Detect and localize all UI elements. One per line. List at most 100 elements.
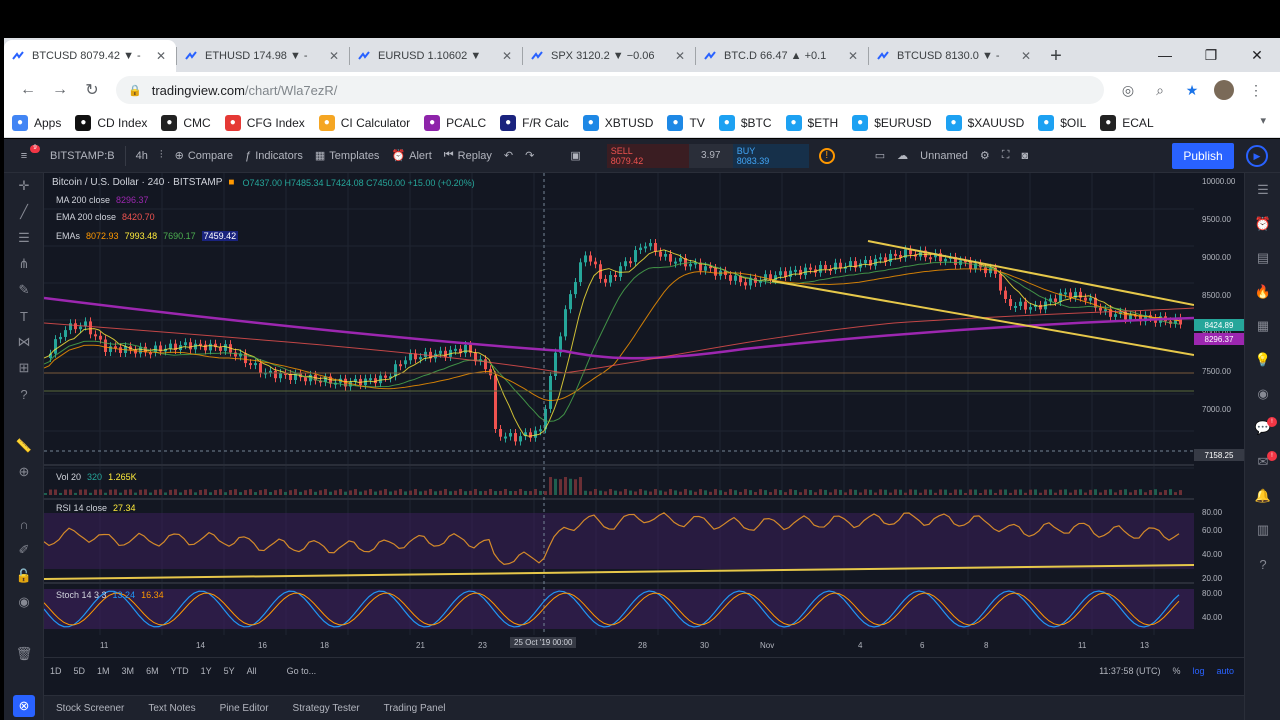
bookmark-item[interactable]: ● $EURUSD xyxy=(852,114,932,131)
close-tab-icon[interactable]: ✕ xyxy=(1019,49,1033,63)
compare-button[interactable]: ⊕ Compare xyxy=(175,149,233,163)
bookmark-item[interactable]: ● CI Calculator xyxy=(318,114,410,131)
order-panel-icon[interactable]: ▥ xyxy=(1245,513,1280,547)
close-tab-icon[interactable]: ✕ xyxy=(846,49,860,63)
bottom-tab[interactable]: Text Notes xyxy=(148,703,195,714)
new-tab-button[interactable]: + xyxy=(1041,40,1071,72)
time-axis[interactable]: 11 14 16 18 21 23 28 30 Nov 4 6 8 11 13 25 Oct '19 00:… xyxy=(44,635,1194,655)
close-tab-icon[interactable]: ✕ xyxy=(673,49,687,63)
pattern-icon[interactable]: ⋈ xyxy=(4,329,44,355)
sell-button[interactable]: SELL 8079.42 xyxy=(606,143,689,168)
minimize-icon[interactable]: — xyxy=(1142,38,1188,72)
scale-option[interactable]: log xyxy=(1192,666,1204,676)
profile-avatar[interactable] xyxy=(1214,80,1234,100)
browser-tab[interactable]: SPX 3120.2 ▼ −0.06 ✕ xyxy=(523,40,695,72)
zoom-in-icon[interactable]: ⊕ xyxy=(4,459,44,485)
bottom-tab[interactable]: Trading Panel xyxy=(384,703,446,714)
range-button[interactable]: All xyxy=(247,666,257,676)
scale-option[interactable]: % xyxy=(1172,666,1180,676)
close-window-icon[interactable]: ✕ xyxy=(1234,38,1280,72)
price-chart[interactable] xyxy=(44,173,1194,635)
redo-icon[interactable]: ↷ xyxy=(525,149,534,162)
browser-menu-icon[interactable]: ⋮ xyxy=(1240,76,1272,104)
notifications-icon[interactable]: 🔔 xyxy=(1245,479,1280,513)
range-button[interactable]: 3M xyxy=(122,666,135,676)
fib-icon[interactable]: ☰ xyxy=(4,225,44,251)
text-icon[interactable]: T xyxy=(4,303,44,329)
undo-icon[interactable]: ↶ xyxy=(504,149,513,162)
bookmarks-more-icon[interactable]: ▾ xyxy=(1260,114,1266,127)
forward-icon[interactable]: → xyxy=(44,76,76,104)
trendline-icon[interactable]: ╱ xyxy=(4,199,44,225)
bottom-tab[interactable]: Pine Editor xyxy=(220,703,269,714)
icons-icon[interactable]: ? xyxy=(4,381,44,407)
bookmark-item[interactable]: ● $OIL xyxy=(1038,114,1086,131)
lock-drawings-icon[interactable]: 🔓 xyxy=(4,563,44,589)
bookmark-item[interactable]: ● CMC xyxy=(161,114,211,131)
bookmark-item[interactable]: ● $BTC xyxy=(718,114,772,131)
scale-option[interactable]: auto xyxy=(1216,666,1234,676)
bar-style-icon[interactable]: ⫶ xyxy=(160,149,163,162)
browser-tab[interactable]: BTCUSD 8079.42 ▼ - ✕ xyxy=(4,40,176,72)
browser-tab[interactable]: BTCUSD 8130.0 ▼ - ✕ xyxy=(869,40,1041,72)
stay-drawing-icon[interactable]: ✐ xyxy=(4,537,44,563)
alerts-panel-icon[interactable]: ⏰ xyxy=(1245,207,1280,241)
bookmark-item[interactable]: ● CD Index xyxy=(75,114,147,131)
layout-name[interactable]: Unnamed xyxy=(920,150,968,162)
play-icon[interactable]: ▶ xyxy=(1246,145,1268,167)
drawings-icon[interactable]: ▭ xyxy=(875,149,885,162)
maximize-icon[interactable]: ❐ xyxy=(1188,38,1234,72)
buy-button[interactable]: BUY 8083.39 xyxy=(732,143,809,168)
bookmark-item[interactable]: ● CFG Index xyxy=(224,114,305,131)
bookmark-item[interactable]: ● PCALC xyxy=(424,114,486,131)
brush-icon[interactable]: ✎ xyxy=(4,277,44,303)
zoom-icon[interactable]: ⌕ xyxy=(1144,76,1176,104)
magnet-icon[interactable]: ∩ xyxy=(4,511,44,537)
ideas-icon[interactable]: 💡 xyxy=(1245,343,1280,377)
bookmark-item[interactable]: ● TV xyxy=(667,114,705,131)
replay-button[interactable]: ⏮ Replay xyxy=(444,149,492,162)
watchlist-toggle-icon[interactable]: ⊗ xyxy=(13,695,35,717)
clock[interactable]: 11:37:58 (UTC) xyxy=(1099,666,1160,676)
messages-icon[interactable]: ✉! xyxy=(1245,445,1280,479)
fullscreen-icon[interactable]: ⛶ xyxy=(1002,149,1010,162)
price-scale[interactable]: 10000.009500.009000.008500.008000.007500… xyxy=(1194,173,1244,635)
bookmark-item[interactable]: ● $ETH xyxy=(785,114,838,131)
templates-button[interactable]: ▦ Templates xyxy=(315,149,380,163)
range-button[interactable]: 5D xyxy=(74,666,86,676)
range-button[interactable]: YTD xyxy=(171,666,189,676)
browser-tab[interactable]: ETHUSD 174.98 ▼ - ✕ xyxy=(177,40,349,72)
ruler-icon[interactable]: 📏 xyxy=(4,433,44,459)
url-input[interactable]: 🔒 tradingview.com/chart/Wla7ezR/ xyxy=(116,76,1104,104)
reload-icon[interactable]: ↻ xyxy=(76,76,108,104)
calendar-icon[interactable]: ▦ xyxy=(1245,309,1280,343)
prediction-icon[interactable]: ⊞ xyxy=(4,355,44,381)
range-button[interactable]: 1D xyxy=(50,666,62,676)
cloud-icon[interactable]: ☁ xyxy=(897,149,908,162)
interval-button[interactable]: 4h xyxy=(136,150,148,162)
bookmark-item[interactable]: ● XBTUSD xyxy=(582,114,653,131)
close-tab-icon[interactable]: ✕ xyxy=(327,49,341,63)
watchlist-icon[interactable]: ☰ xyxy=(1245,173,1280,207)
alert-button[interactable]: ⏰ Alert xyxy=(391,149,431,163)
range-button[interactable]: Go to... xyxy=(287,666,317,676)
bookmark-star-icon[interactable]: ★ xyxy=(1176,76,1208,104)
range-button[interactable]: 1Y xyxy=(201,666,212,676)
close-tab-icon[interactable]: ✕ xyxy=(500,49,514,63)
bookmark-item[interactable]: ● F/R Calc xyxy=(500,114,569,131)
pitchfork-icon[interactable]: ⋔ xyxy=(4,251,44,277)
crosshair-icon[interactable]: ✛ xyxy=(4,173,44,199)
trash-icon[interactable]: 🗑 xyxy=(4,641,44,667)
close-tab-icon[interactable]: ✕ xyxy=(154,49,168,63)
help-icon[interactable]: ? xyxy=(1245,547,1280,581)
browser-tab[interactable]: BTC.D 66.47 ▲ +0.1 ✕ xyxy=(696,40,868,72)
range-button[interactable]: 6M xyxy=(146,666,159,676)
bottom-tab[interactable]: Stock Screener xyxy=(56,703,124,714)
data-window-icon[interactable]: ▤ xyxy=(1245,241,1280,275)
publish-button[interactable]: Publish xyxy=(1172,143,1234,169)
hide-drawings-icon[interactable]: ◉ xyxy=(4,589,44,615)
extension-icon[interactable]: ◎ xyxy=(1112,76,1144,104)
symbol-search[interactable]: BITSTAMP:B xyxy=(50,150,115,162)
warning-icon[interactable]: ! xyxy=(818,147,835,164)
indicators-button[interactable]: ƒ Indicators xyxy=(245,150,303,162)
